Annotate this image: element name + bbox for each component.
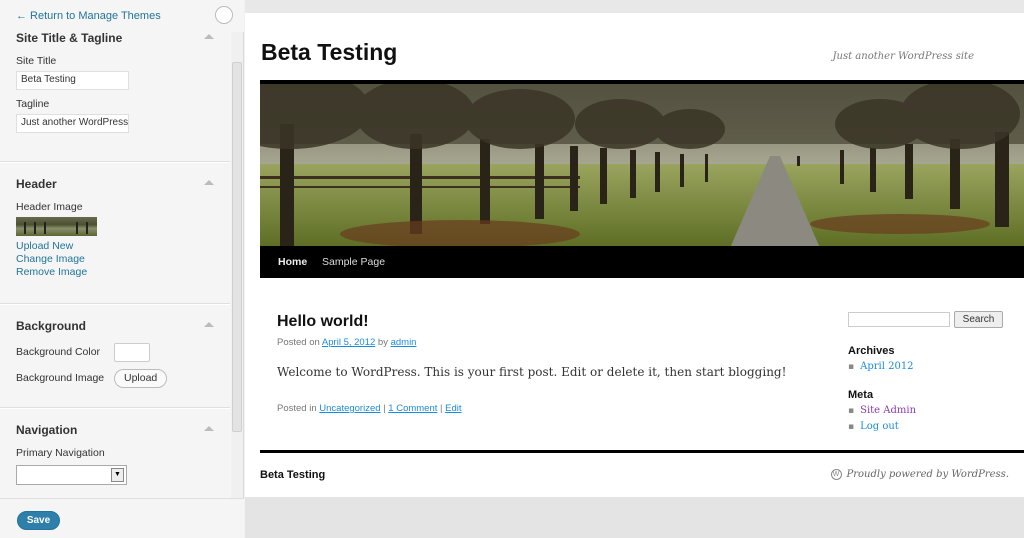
post-meta: Posted on April 5, 2012 by admin [277, 337, 416, 348]
edit-link[interactable]: Edit [445, 403, 461, 414]
log-out-link[interactable]: Log out [860, 421, 899, 432]
preview-background [245, 497, 1024, 538]
background-color-label: Background Color [16, 346, 101, 358]
change-image-link[interactable]: Change Image [16, 253, 230, 266]
list-item[interactable]: Site Admin [848, 403, 916, 419]
return-to-themes-link[interactable]: ← Return to Manage Themes [16, 10, 161, 22]
main-navigation: Home Sample Page [260, 246, 1024, 278]
panel-sections: Site Title & Tagline Site Title Beta Tes… [0, 32, 230, 498]
footer-site-title[interactable]: Beta Testing [260, 469, 325, 481]
collapse-arrow-icon[interactable] [204, 34, 214, 39]
primary-navigation-label: Primary Navigation [16, 447, 105, 459]
dropdown-arrow-icon[interactable]: ▼ [111, 468, 124, 482]
collapse-sidebar-icon[interactable] [215, 6, 233, 24]
panel-scrollbar[interactable] [231, 32, 243, 498]
site-description: Just another WordPress site [832, 51, 974, 62]
collapse-arrow-icon[interactable] [204, 180, 214, 185]
primary-navigation-select[interactable]: ▼ [16, 465, 127, 485]
post-footer: Posted in Uncategorized | 1 Comment | Ed… [277, 403, 462, 414]
site-page: Beta Testing Just another WordPress site [245, 13, 1024, 497]
collapse-arrow-icon[interactable] [204, 322, 214, 327]
tagline-input[interactable]: Just another WordPress site [16, 114, 129, 133]
save-button[interactable]: Save [17, 511, 60, 530]
site-admin-link[interactable]: Site Admin [860, 405, 916, 416]
list-item[interactable]: Log out [848, 419, 916, 435]
post-meta-prefix: Posted on [277, 337, 320, 348]
tagline-label: Tagline [16, 98, 50, 110]
site-title-label: Site Title [16, 55, 57, 67]
site-title-input[interactable]: Beta Testing [16, 71, 129, 90]
post-title[interactable]: Hello world! [277, 313, 369, 331]
section-background: Background Background Color Background I… [0, 304, 230, 408]
panel-footer: Save [0, 498, 244, 538]
post-date-link[interactable]: April 5, 2012 [322, 337, 375, 348]
post-meta-by: by [377, 337, 388, 348]
section-title-header[interactable]: Header [16, 171, 230, 197]
nav-item-sample-page[interactable]: Sample Page [322, 256, 385, 268]
customizer-panel: ← Return to Manage Themes Site Title & T… [0, 0, 244, 538]
site-preview: Beta Testing Just another WordPress site [245, 0, 1024, 538]
background-image-row: Background Image Upload [16, 365, 230, 391]
archive-link[interactable]: April 2012 [860, 361, 913, 372]
background-image-label: Background Image [16, 372, 105, 384]
footer-divider [260, 450, 1024, 453]
collapse-arrow-icon[interactable] [204, 426, 214, 431]
list-item[interactable]: April 2012 [848, 359, 913, 375]
archives-list: April 2012 [848, 359, 913, 375]
header-image-thumbnail[interactable] [16, 217, 97, 236]
search-button[interactable]: Search [954, 311, 1003, 328]
wordpress-logo-icon: W [830, 469, 842, 480]
section-navigation: Navigation Primary Navigation ▼ [0, 408, 230, 498]
meta-list: Site Admin Log out [848, 403, 916, 435]
section-title-site-title[interactable]: Site Title & Tagline [16, 32, 230, 51]
separator: | [383, 403, 386, 414]
post-author-link[interactable]: admin [391, 337, 417, 348]
section-title-navigation[interactable]: Navigation [16, 417, 230, 443]
section-header: Header Header Image Upload New Change Im… [0, 162, 230, 304]
archives-title: Archives [848, 345, 895, 357]
section-site-title: Site Title & Tagline Site Title Beta Tes… [0, 32, 230, 162]
header-image-label: Header Image [16, 201, 83, 213]
header-banner-image[interactable] [260, 80, 1024, 248]
search-input[interactable] [848, 312, 950, 327]
category-link[interactable]: Uncategorized [319, 403, 380, 414]
upload-new-link[interactable]: Upload New [16, 240, 230, 253]
site-title[interactable]: Beta Testing [261, 39, 397, 66]
footer-credit: W Proudly powered by WordPress. [830, 469, 1009, 480]
background-upload-button[interactable]: Upload [114, 368, 168, 388]
background-color-row: Background Color [16, 339, 230, 365]
posted-in-label: Posted in [277, 403, 317, 414]
meta-title: Meta [848, 389, 874, 401]
background-color-picker[interactable] [114, 342, 150, 362]
scrollbar-thumb[interactable] [232, 62, 242, 432]
section-title-background[interactable]: Background [16, 313, 230, 339]
nav-item-home[interactable]: Home [278, 256, 307, 268]
post-content: Welcome to WordPress. This is your first… [277, 365, 787, 379]
separator: | [440, 403, 443, 414]
powered-by-link[interactable]: Proudly powered by WordPress. [847, 469, 1009, 480]
comments-link[interactable]: 1 Comment [388, 403, 437, 414]
panel-header: ← Return to Manage Themes [0, 0, 244, 32]
remove-image-link[interactable]: Remove Image [16, 266, 230, 279]
